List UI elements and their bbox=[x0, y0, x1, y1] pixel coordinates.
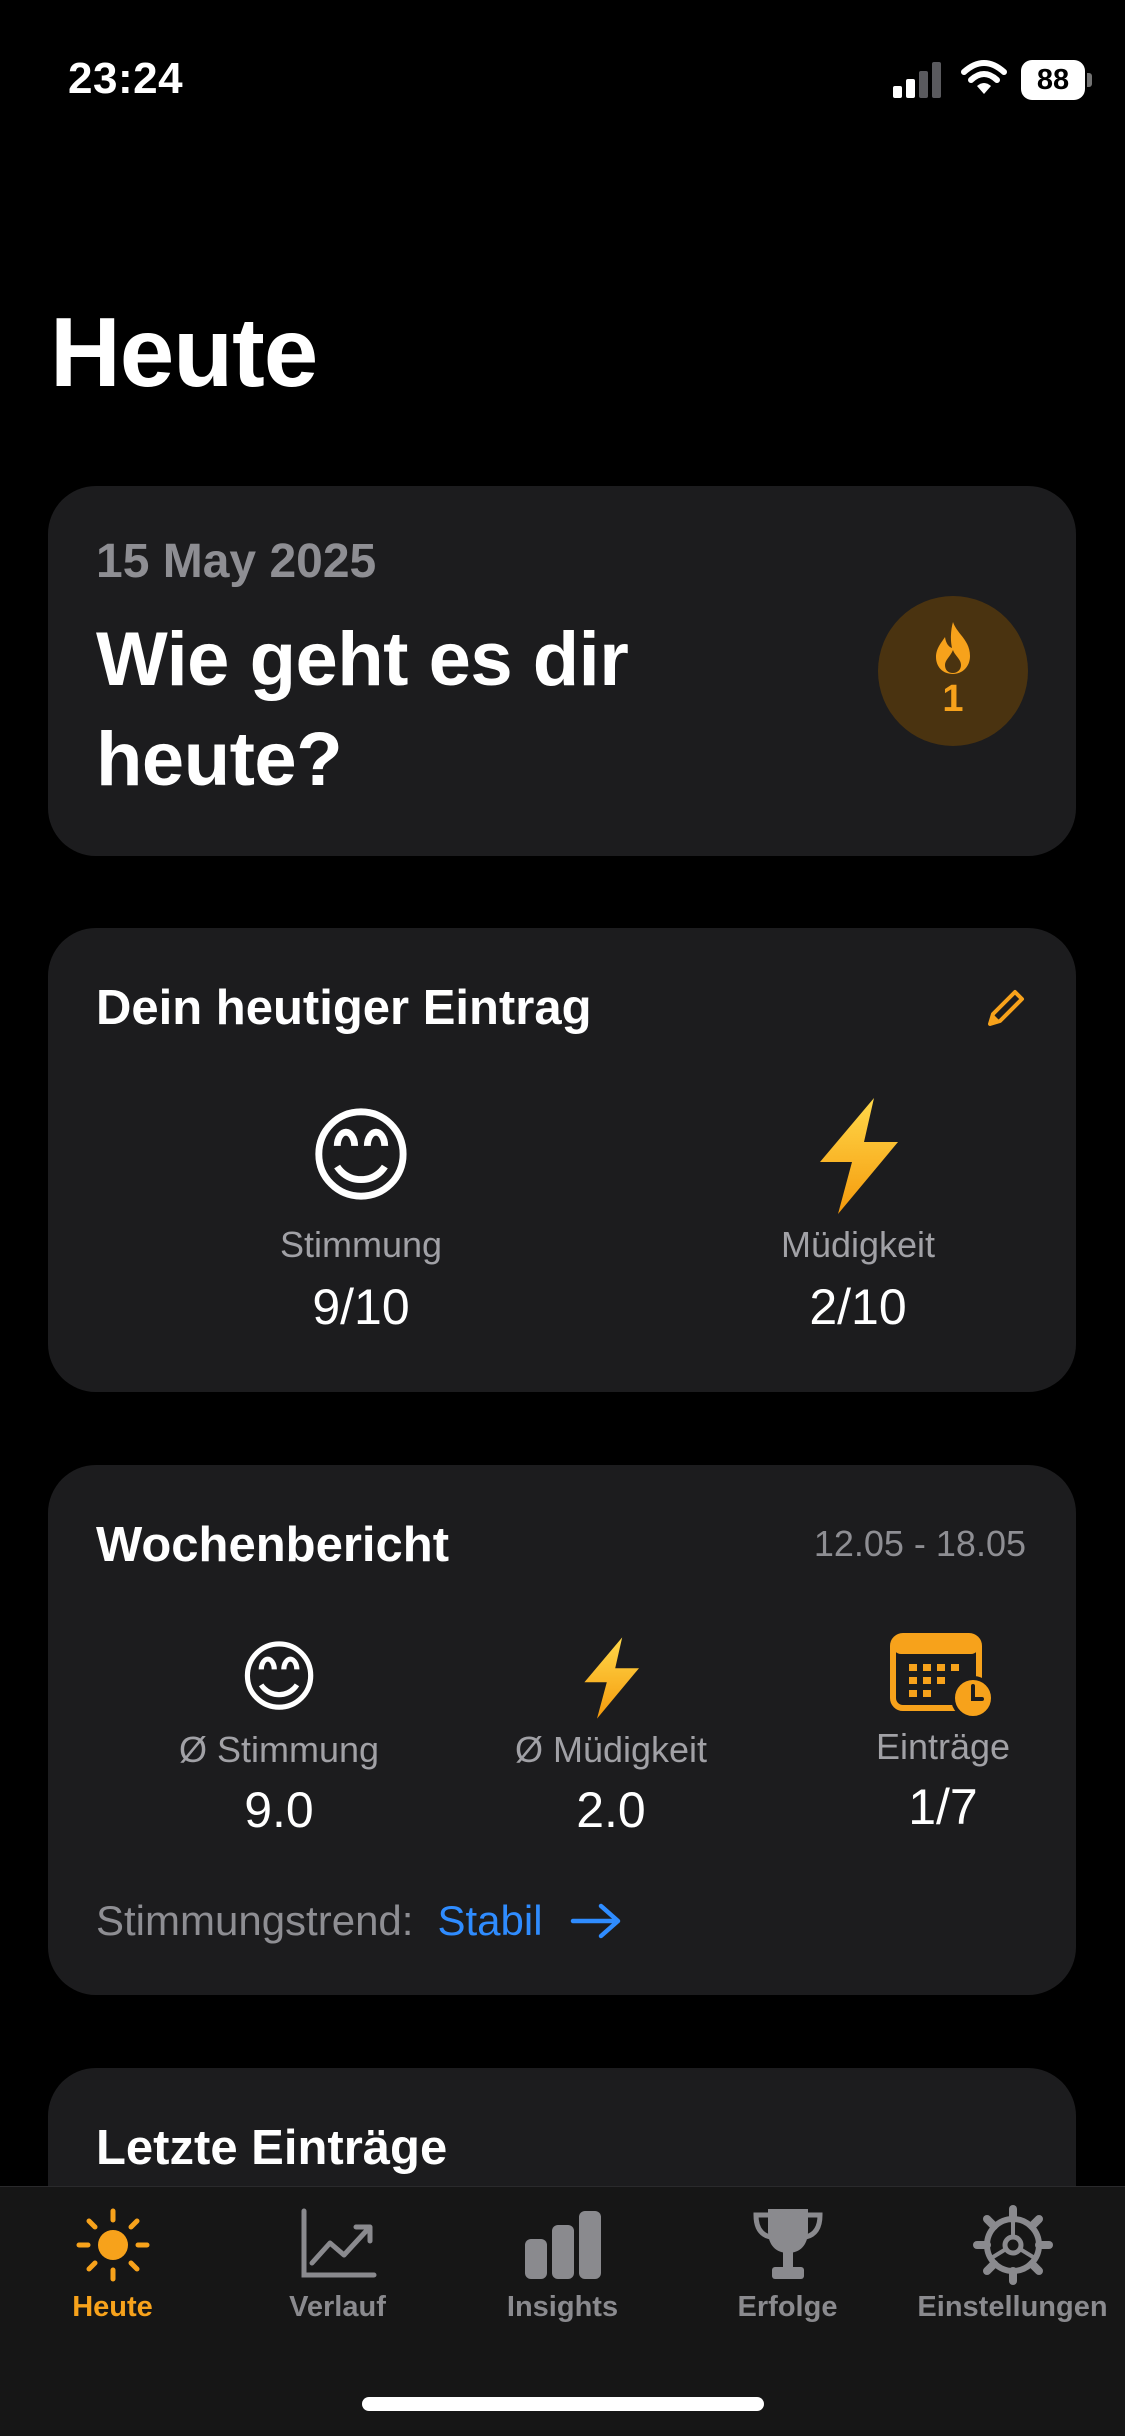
todays-entry-card[interactable]: Dein heutiger Eintrag 😊 Stimmung 9/10 Mü… bbox=[48, 928, 1076, 1392]
lightning-bolt-icon bbox=[584, 1637, 639, 1719]
entries-value: 1/7 bbox=[908, 1779, 978, 1835]
sun-icon bbox=[76, 2208, 149, 2282]
fatigue-metric: Müdigkeit 2/10 bbox=[698, 1096, 1018, 1336]
avg-mood-label: Ø Stimmung bbox=[178, 1729, 380, 1770]
fatigue-label: Müdigkeit bbox=[780, 1224, 936, 1265]
calendar-clock-icon bbox=[890, 1633, 995, 1720]
status-time: 23:24 bbox=[68, 54, 184, 103]
page-title: Heute bbox=[50, 297, 318, 407]
tab-insights[interactable]: Insights bbox=[450, 2205, 675, 2324]
streak-badge[interactable]: 1 bbox=[878, 596, 1028, 746]
bar-chart-icon bbox=[524, 2211, 601, 2279]
wifi-icon bbox=[961, 60, 1007, 94]
entries-label: Einträge bbox=[875, 1726, 1011, 1767]
line-chart-icon bbox=[301, 2208, 376, 2278]
mood-value: 9/10 bbox=[312, 1279, 410, 1335]
pencil-edit-icon[interactable] bbox=[982, 984, 1030, 1032]
mood-trend-row[interactable]: Stimmungstrend: Stabil bbox=[96, 1897, 623, 1945]
battery-indicator: 88 bbox=[1021, 60, 1092, 100]
mood-trend-value[interactable]: Stabil bbox=[437, 1897, 542, 1945]
battery-tip bbox=[1087, 73, 1092, 87]
arrow-right-icon[interactable] bbox=[569, 1901, 623, 1941]
cellular-signal-icon bbox=[893, 62, 941, 98]
entries-metric: Einträge 1/7 bbox=[793, 1630, 1093, 1836]
weekly-report-card[interactable]: Wochenbericht 12.05 - 18.05 😊 Ø Stimmung… bbox=[48, 1465, 1076, 1995]
fatigue-value: 2/10 bbox=[809, 1279, 907, 1335]
lightning-bolt-icon bbox=[820, 1098, 898, 1214]
tab-erfolge[interactable]: Erfolge bbox=[675, 2205, 900, 2324]
today-date: 15 May 2025 bbox=[96, 535, 377, 588]
today-question: Wie geht es dir heute? bbox=[96, 617, 629, 802]
week-date-range: 12.05 - 18.05 bbox=[813, 1523, 1026, 1564]
gear-icon bbox=[972, 2205, 1053, 2285]
avg-fatigue-label: Ø Müdigkeit bbox=[514, 1729, 708, 1770]
smiling-face-emoji: 😊 bbox=[306, 1095, 416, 1217]
tab-label: Heute bbox=[72, 2291, 153, 2323]
mood-trend-label: Stimmungstrend: bbox=[96, 1897, 414, 1944]
avg-mood-value: 9.0 bbox=[244, 1782, 314, 1838]
tab-label: Erfolge bbox=[737, 2291, 838, 2323]
home-indicator[interactable] bbox=[362, 2397, 764, 2411]
mood-label: Stimmung bbox=[279, 1224, 443, 1265]
recent-entries-title: Letzte Einträge bbox=[96, 2121, 448, 2175]
entry-card-title: Dein heutiger Eintrag bbox=[96, 981, 592, 1035]
tab-label: Einstellungen bbox=[917, 2291, 1108, 2323]
tab-label: Verlauf bbox=[289, 2291, 386, 2323]
tab-label: Insights bbox=[506, 2291, 619, 2323]
tab-verlauf[interactable]: Verlauf bbox=[225, 2205, 450, 2324]
week-card-title: Wochenbericht bbox=[96, 1518, 450, 1572]
battery-level: 88 bbox=[1021, 60, 1085, 100]
avg-fatigue-value: 2.0 bbox=[576, 1782, 646, 1838]
tab-einstellungen[interactable]: Einstellungen bbox=[900, 2205, 1125, 2324]
tab-heute[interactable]: Heute bbox=[0, 2205, 225, 2324]
today-card[interactable]: 15 May 2025 Wie geht es dir heute? 1 bbox=[48, 486, 1076, 856]
status-bar: 23:24 88 bbox=[0, 0, 1125, 140]
smiling-face-emoji: 😊 bbox=[238, 1633, 320, 1723]
mood-metric: 😊 Stimmung 9/10 bbox=[201, 1096, 521, 1336]
streak-count: 1 bbox=[942, 678, 964, 720]
avg-fatigue-metric: Ø Müdigkeit 2.0 bbox=[461, 1633, 761, 1839]
trophy-icon bbox=[752, 2209, 823, 2279]
flame-icon bbox=[936, 622, 970, 674]
avg-mood-metric: 😊 Ø Stimmung 9.0 bbox=[129, 1633, 429, 1839]
